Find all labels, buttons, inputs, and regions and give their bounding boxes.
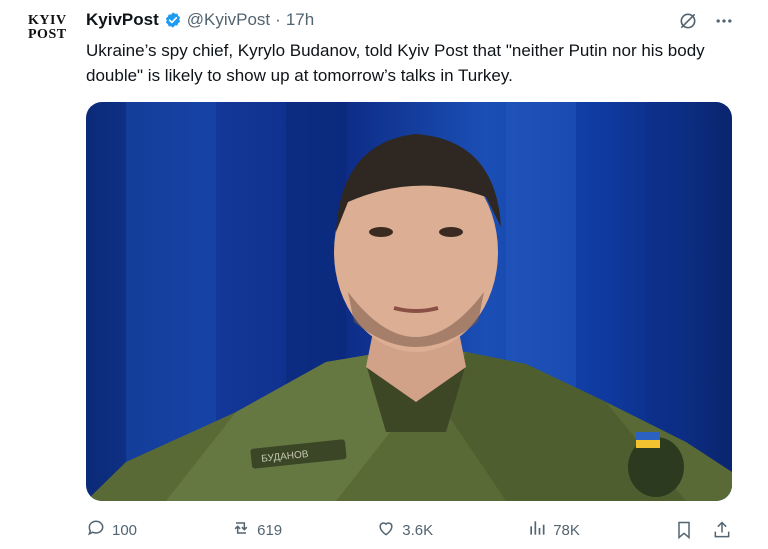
grok-icon[interactable] <box>678 11 698 31</box>
handle[interactable]: @KyivPost <box>187 10 270 30</box>
separator-dot: · <box>275 10 281 29</box>
bookmark-icon[interactable] <box>674 520 694 540</box>
more-icon[interactable] <box>714 11 734 31</box>
avatar[interactable]: KYIV POST <box>28 14 76 54</box>
tweet-text: Ukraine’s spy chief, Kyrylo Budanov, tol… <box>86 41 705 85</box>
share-icon[interactable] <box>712 520 732 540</box>
logo-line2: POST <box>28 27 67 42</box>
engagement-bar: 100 619 3.6K 78K <box>86 518 732 542</box>
reply-button[interactable]: 100 <box>86 518 137 542</box>
views-count: 78K <box>553 521 580 539</box>
top-actions <box>678 11 734 31</box>
like-button[interactable]: 3.6K <box>376 518 433 542</box>
views-button[interactable]: 78K <box>527 518 580 542</box>
like-icon <box>376 518 396 542</box>
secondary-actions <box>674 520 732 540</box>
reply-count: 100 <box>112 521 138 539</box>
views-icon <box>527 518 547 542</box>
repost-count: 619 <box>257 521 283 539</box>
display-name[interactable]: KyivPost <box>86 10 159 30</box>
reply-icon <box>86 518 106 542</box>
like-count: 3.6K <box>402 521 434 539</box>
tweet-header: KyivPost @KyivPost · 17h <box>86 9 314 31</box>
logo-line1: KYIV <box>28 13 67 28</box>
repost-icon <box>231 518 251 542</box>
timestamp[interactable]: 17h <box>286 10 314 30</box>
verified-badge-icon[interactable] <box>164 11 182 29</box>
repost-button[interactable]: 619 <box>231 518 282 542</box>
tweet-image[interactable]: БУДАНОВ <box>86 102 732 501</box>
